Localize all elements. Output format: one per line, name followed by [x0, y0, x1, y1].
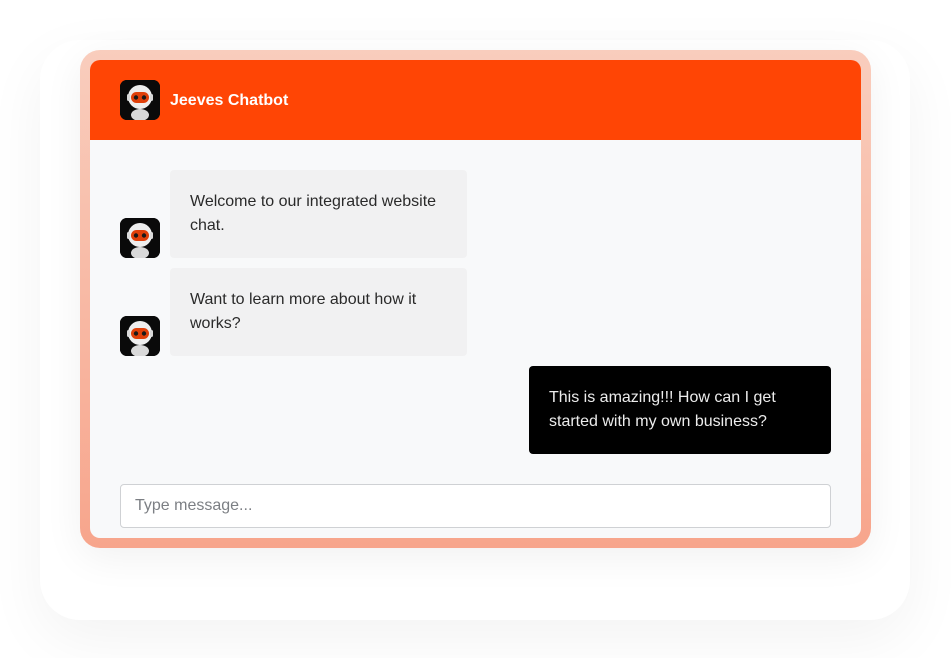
- bot-message: Want to learn more about how it works?: [170, 268, 467, 356]
- robot-icon: [120, 218, 160, 258]
- bot-message: Welcome to our integrated website chat.: [170, 170, 467, 258]
- chat-title: Jeeves Chatbot: [170, 92, 289, 109]
- page: Jeeves Chatbot Welcome to our integrated…: [0, 0, 951, 658]
- user-message: This is amazing!!! How can I get started…: [529, 366, 831, 454]
- robot-icon: [120, 80, 160, 120]
- robot-icon: [120, 316, 160, 356]
- chat-window: Jeeves Chatbot Welcome to our integrated…: [90, 60, 861, 538]
- message-input[interactable]: [120, 484, 831, 528]
- chat-header: Jeeves Chatbot: [90, 60, 861, 140]
- chat-widget-frame: Jeeves Chatbot Welcome to our integrated…: [80, 50, 871, 548]
